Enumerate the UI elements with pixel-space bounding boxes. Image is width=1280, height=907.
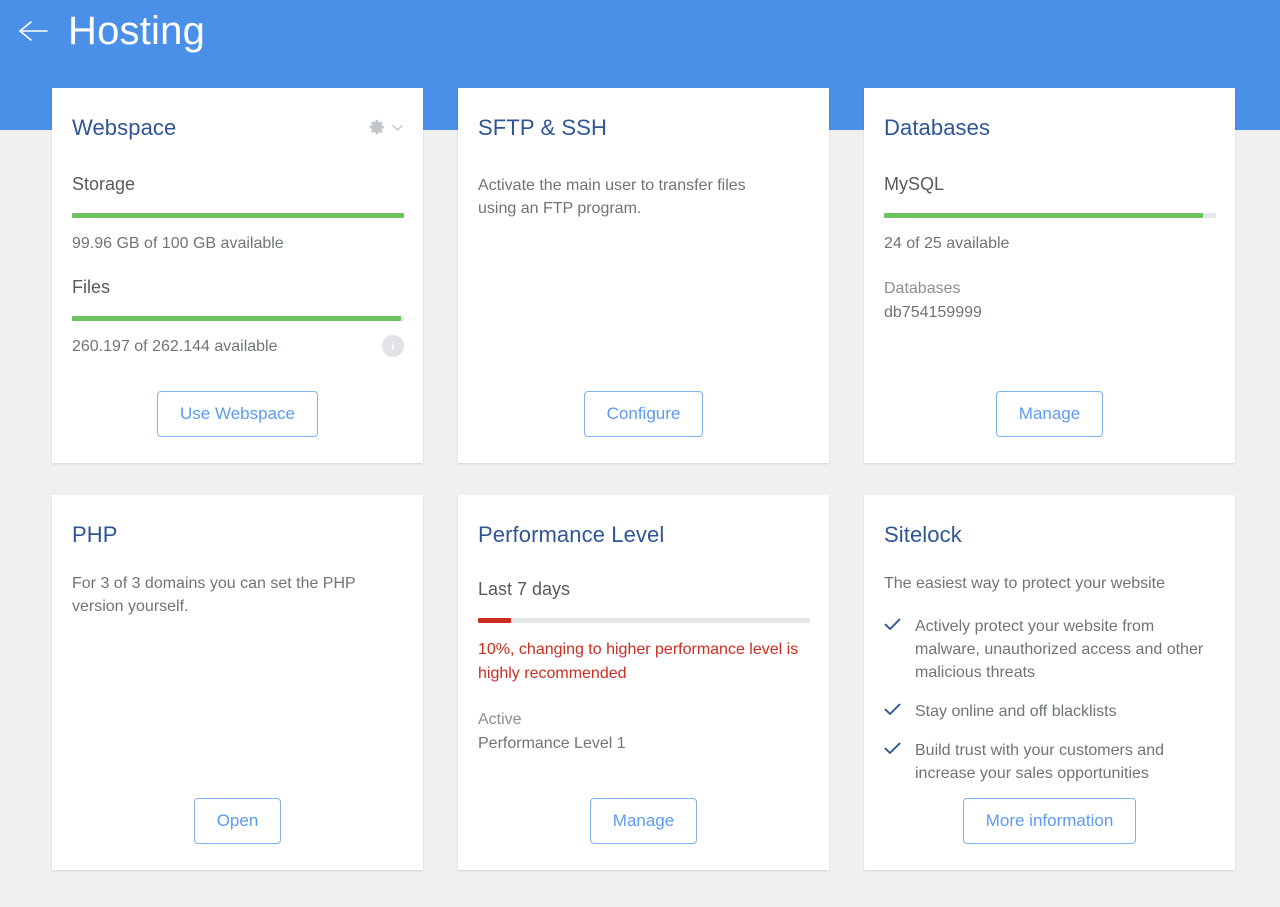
sitelock-description: The easiest way to protect your website (884, 572, 1184, 595)
back-arrow-icon[interactable] (16, 11, 50, 51)
storage-progress-track (72, 213, 404, 218)
configure-button[interactable]: Configure (584, 391, 704, 437)
sftp-footer: Configure (478, 377, 809, 463)
card-php: PHP For 3 of 3 domains you can set the P… (52, 495, 423, 870)
mysql-progress-fill (884, 213, 1203, 218)
webspace-footer: Use Webspace (72, 377, 403, 463)
performance-status: Active Performance Level 1 (478, 708, 809, 756)
databases-body: MySQL 24 of 25 available Databases db754… (884, 142, 1215, 377)
sitelock-header: Sitelock (884, 521, 1215, 549)
performance-progress-track (478, 618, 810, 623)
storage-progress-fill (72, 213, 404, 218)
gear-icon (367, 118, 386, 137)
info-icon[interactable]: i (382, 335, 404, 357)
databases-meta-value: db754159999 (884, 301, 1215, 325)
php-description: For 3 of 3 domains you can set the PHP v… (72, 572, 372, 618)
php-title: PHP (72, 521, 118, 549)
storage-caption: 99.96 GB of 100 GB available (72, 233, 403, 255)
sftp-description: Activate the main user to transfer files… (478, 174, 778, 220)
php-body: For 3 of 3 domains you can set the PHP v… (72, 549, 403, 784)
sftp-title: SFTP & SSH (478, 114, 607, 142)
page-title: Hosting (68, 7, 205, 55)
performance-footer: Manage (478, 784, 809, 870)
webspace-title: Webspace (72, 114, 176, 142)
webspace-settings-menu[interactable] (367, 118, 403, 137)
card-sitelock: Sitelock The easiest way to protect your… (864, 495, 1235, 870)
sitelock-title: Sitelock (884, 521, 962, 549)
databases-meta-label: Databases (884, 277, 1215, 301)
check-icon (884, 703, 901, 716)
storage-label: Storage (72, 172, 403, 196)
list-item: Actively protect your website from malwa… (884, 615, 1215, 684)
feature-text: Stay online and off blacklists (915, 700, 1117, 723)
check-icon (884, 618, 901, 631)
performance-body: Last 7 days 10%, changing to higher perf… (478, 549, 809, 784)
manage-databases-button[interactable]: Manage (996, 391, 1103, 437)
sitelock-body: The easiest way to protect your website … (884, 549, 1215, 790)
header-inner: Hosting (0, 0, 1280, 55)
list-item: Stay online and off blacklists (884, 700, 1215, 723)
sftp-header: SFTP & SSH (478, 114, 809, 142)
files-caption: 260.197 of 262.144 available (72, 336, 278, 358)
performance-header: Performance Level (478, 521, 809, 549)
list-item: Build trust with your customers and incr… (884, 739, 1215, 785)
mysql-label: MySQL (884, 172, 1215, 196)
mysql-caption: 24 of 25 available (884, 233, 1215, 255)
card-webspace: Webspace Storage 99.9 (52, 88, 423, 463)
feature-text: Build trust with your customers and incr… (915, 739, 1215, 785)
databases-title: Databases (884, 114, 990, 142)
php-header: PHP (72, 521, 403, 549)
databases-header: Databases (884, 114, 1215, 142)
webspace-body: Storage 99.96 GB of 100 GB available Fil… (72, 142, 403, 377)
databases-footer: Manage (884, 377, 1215, 463)
check-icon (884, 742, 901, 755)
use-webspace-button[interactable]: Use Webspace (157, 391, 318, 437)
feature-text: Actively protect your website from malwa… (915, 615, 1215, 684)
files-label: Files (72, 275, 403, 299)
chevron-down-icon (392, 124, 403, 132)
performance-title: Performance Level (478, 521, 664, 549)
card-performance-level: Performance Level Last 7 days 10%, chang… (458, 495, 829, 870)
sitelock-feature-list: Actively protect your website from malwa… (884, 615, 1215, 785)
performance-warning: 10%, changing to higher performance leve… (478, 638, 803, 686)
sftp-body: Activate the main user to transfer files… (478, 142, 809, 377)
databases-meta: Databases db754159999 (884, 277, 1215, 325)
mysql-progress-track (884, 213, 1216, 218)
php-footer: Open (72, 784, 403, 870)
more-information-button[interactable]: More information (963, 798, 1137, 844)
card-databases: Databases MySQL 24 of 25 available Datab… (864, 88, 1235, 463)
manage-performance-button[interactable]: Manage (590, 798, 697, 844)
performance-progress-fill (478, 618, 511, 623)
webspace-header: Webspace (72, 114, 403, 142)
card-sftp-ssh: SFTP & SSH Activate the main user to tra… (458, 88, 829, 463)
open-php-button[interactable]: Open (194, 798, 282, 844)
performance-status-label: Active (478, 708, 809, 732)
cards-grid: Webspace Storage 99.9 (52, 88, 1246, 870)
performance-status-value: Performance Level 1 (478, 732, 809, 756)
files-caption-row: 260.197 of 262.144 available i (72, 321, 404, 358)
performance-period-label: Last 7 days (478, 577, 809, 601)
sitelock-footer: More information (884, 790, 1215, 870)
